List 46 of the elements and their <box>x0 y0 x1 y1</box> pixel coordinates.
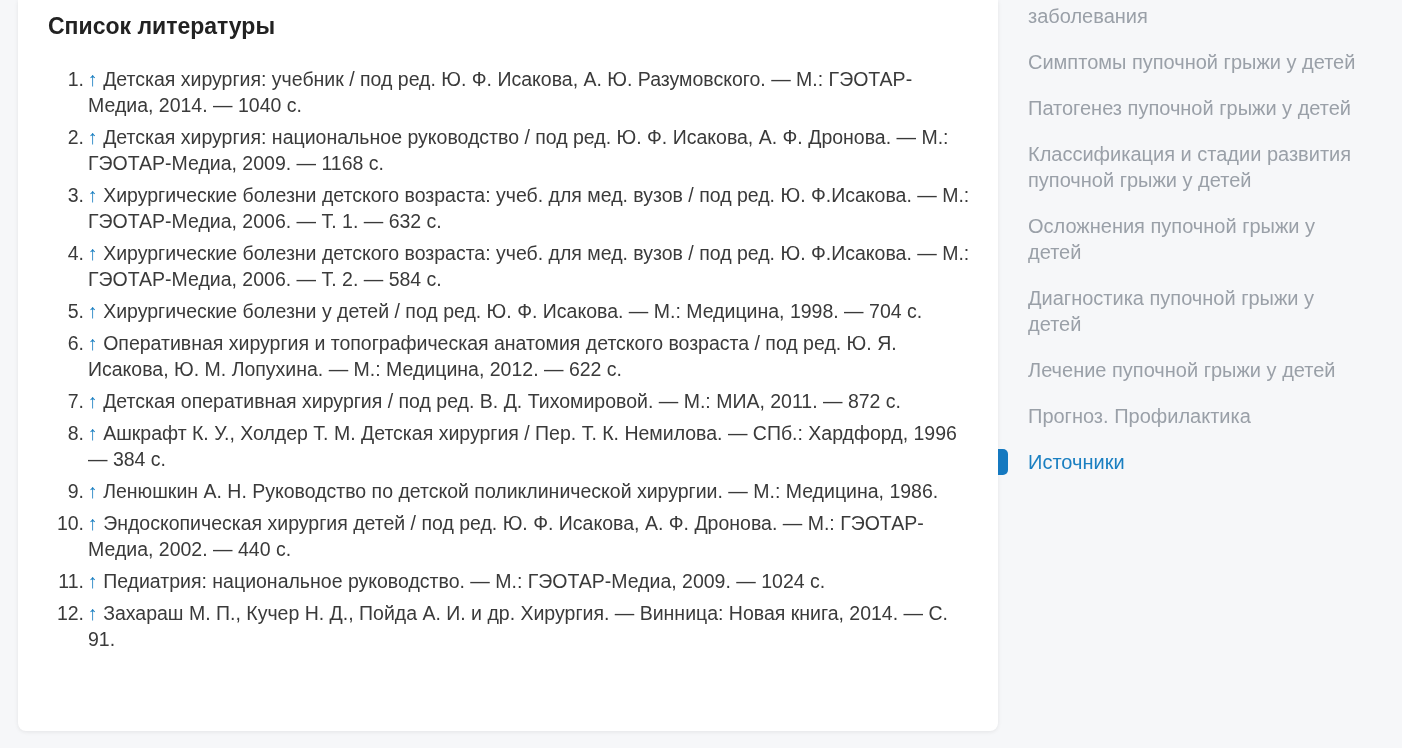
reference-number: 1. <box>66 67 85 92</box>
reference-text: ↑ Хирургические болезни у детей / под ред. Ю. Ф. Исакова. — М.: Медицина, 1998. — 704 с. <box>88 299 924 324</box>
reference-number: 5. <box>66 299 85 324</box>
reference-text: ↑ Педиатрия: национальное руководство. — М.: ГЭОТАР-Медиа, 2009. — 1024 с. <box>88 569 827 594</box>
back-link[interactable]: ↑ <box>88 570 98 592</box>
reference-text: ↑ Детская хирургия: учебник / под ред. Ю. Ф. Исакова, А. Ю. Разумовского. — М.: ГЭОТАР-Медиа, 2014. — 1040 с. <box>88 67 914 118</box>
reference-number: 4. <box>66 241 85 266</box>
back-link[interactable]: ↑ <box>88 126 98 148</box>
sidebar-link[interactable]: Осложнения пупочной грыжи у детей <box>1028 213 1368 265</box>
reference-text: ↑ Оперативная хирургия и топографическая анатомия детского возраста / под ред. Ю. Я. Исакова, Ю. М. Лопухина. — М.: Медицина, 2012. — 622 с. <box>88 331 898 382</box>
back-link[interactable]: ↑ <box>88 480 98 502</box>
back-link[interactable]: ↑ <box>88 602 98 624</box>
reference-text: ↑ Хирургические болезни детского возраста: учеб. для мед. вузов / под ред. Ю. Ф.Исакова. — М.: ГЭОТАР-Медиа, 2006. — Т. 1. — 632 с. <box>88 183 971 234</box>
reference-number: 8. <box>66 421 85 446</box>
reference-text: ↑ Захараш М. П., Кучер Н. Д., Пойда А. И. и др. Хирургия. — Винница: Новая книга, 2014. — С. 91. <box>88 601 949 652</box>
sidebar-link[interactable]: заболевания <box>1028 3 1368 29</box>
reference-number: 10. <box>55 511 85 536</box>
reference-number: 6. <box>66 331 85 356</box>
sidebar-link[interactable]: Диагностика пупочной грыжи у детей <box>1028 285 1368 337</box>
references-title: Список литературы <box>48 12 277 40</box>
back-link[interactable]: ↑ <box>88 184 98 206</box>
reference-text: ↑ Ленюшкин А. Н. Руководство по детской поликлинической хирургии. — М.: Медицина, 1986. <box>88 479 940 504</box>
reference-number: 11. <box>57 569 85 594</box>
sidebar-link[interactable]: Патогенез пупочной грыжи у детей <box>1028 95 1368 121</box>
back-link[interactable]: ↑ <box>88 422 98 444</box>
back-link[interactable]: ↑ <box>88 242 98 264</box>
back-link[interactable]: ↑ <box>88 68 98 90</box>
back-link[interactable]: ↑ <box>88 512 98 534</box>
reference-number: 3. <box>66 183 85 208</box>
back-link[interactable]: ↑ <box>88 390 98 412</box>
reference-text: ↑ Хирургические болезни детского возраста: учеб. для мед. вузов / под ред. Ю. Ф.Исакова. — М.: ГЭОТАР-Медиа, 2006. — Т. 2. — 584 с. <box>88 241 971 292</box>
reference-number: 9. <box>66 479 85 504</box>
reference-text: ↑ Детская оперативная хирургия / под ред. В. Д. Тихомировой. — М.: МИА, 2011. — 872 с. <box>88 389 903 414</box>
sidebar-link[interactable]: Классификация и стадии развития пупочной грыжи у детей <box>1028 141 1368 193</box>
reference-number: 2. <box>66 125 85 150</box>
reference-text: ↑ Эндоскопическая хирургия детей / под ред. Ю. Ф. Исакова, А. Ф. Дронова. — М.: ГЭОТАР-Медиа, 2002. — 440 с. <box>88 511 925 562</box>
reference-text: ↑ Ашкрафт К. У., Холдер Т. М. Детская хирургия / Пер. Т. К. Немилова. — СПб.: Хардфорд, 1996 — 384 с. <box>88 421 958 472</box>
sidebar-link[interactable]: Источники <box>1028 449 1368 475</box>
back-link[interactable]: ↑ <box>88 332 98 354</box>
reference-number: 7. <box>66 389 85 414</box>
back-link[interactable]: ↑ <box>88 300 98 322</box>
sidebar-link[interactable]: Симптомы пупочной грыжи у детей <box>1028 49 1368 75</box>
reference-text: ↑ Детская хирургия: национальное руководство / под ред. Ю. Ф. Исакова, А. Ф. Дронова. — М.: ГЭОТАР-Медиа, 2009. — 1168 с. <box>88 125 950 176</box>
sidebar-link[interactable]: Лечение пупочной грыжи у детей <box>1028 357 1368 383</box>
reference-number: 12. <box>55 601 85 626</box>
sidebar-link[interactable]: Прогноз. Профилактика <box>1028 403 1368 429</box>
